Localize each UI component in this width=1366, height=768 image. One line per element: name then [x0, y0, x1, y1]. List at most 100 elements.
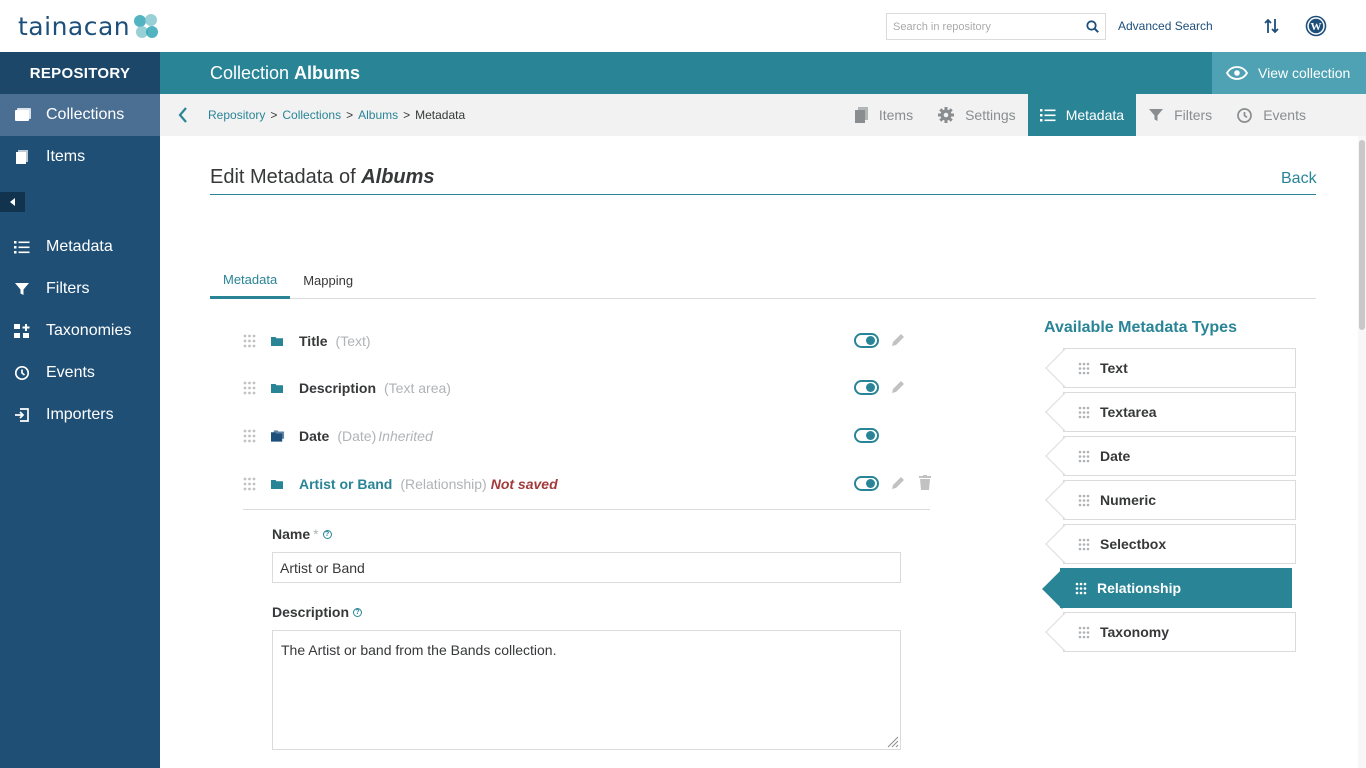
breadcrumb-albums[interactable]: Albums [358, 108, 398, 122]
drag-handle-icon[interactable] [243, 334, 257, 348]
name-field-label: Name * ? [272, 526, 332, 542]
type-taxonomy[interactable]: Taxonomy [1063, 612, 1296, 652]
inherited-label: Inherited [378, 428, 433, 444]
filter-icon [14, 281, 38, 297]
sidebar-item-label: Metadata [46, 238, 113, 255]
sidebar-item-taxonomies[interactable]: Taxonomies [0, 310, 160, 352]
drag-handle-icon [1075, 582, 1089, 595]
trash-icon[interactable] [919, 475, 931, 490]
sidebar-item-label: Events [46, 364, 95, 381]
enable-toggle[interactable] [854, 380, 879, 395]
sidebar-item-items[interactable]: Items [0, 136, 160, 178]
type-label: Selectbox [1100, 536, 1167, 552]
metadata-name: Artist or Band [299, 476, 393, 492]
type-text[interactable]: Text [1063, 348, 1296, 388]
eye-icon [1226, 66, 1248, 80]
edit-pencil-icon[interactable] [890, 475, 906, 491]
sidebar-item-filters[interactable]: Filters [0, 268, 160, 310]
edit-pencil-icon[interactable] [890, 332, 906, 348]
collapse-sidebar-button[interactable] [0, 192, 25, 212]
top-bar: tainacan Advanced Search W [0, 0, 1366, 52]
description-field[interactable]: The Artist or band from the Bands collec… [272, 630, 901, 750]
drag-handle-icon [1078, 450, 1092, 463]
type-label: Text [1100, 360, 1128, 376]
breadcrumb-current: Metadata [415, 108, 466, 122]
tab-metadata-list[interactable]: Metadata [210, 262, 291, 299]
advanced-search-link[interactable]: Advanced Search [1118, 19, 1213, 33]
sidebar-item-metadata[interactable]: Metadata [0, 226, 160, 268]
page-title-prefix: Edit Metadata of [210, 166, 356, 188]
drag-handle-icon[interactable] [243, 477, 257, 491]
metadata-row-artist-or-band[interactable]: Artist or Band (Relationship) Not saved [243, 470, 933, 498]
name-field[interactable] [272, 552, 901, 583]
folder-icon [271, 336, 285, 346]
sidebar-header[interactable]: REPOSITORY [0, 52, 160, 94]
resize-grip-icon[interactable] [885, 734, 899, 748]
sidebar-item-events[interactable]: Events [0, 352, 160, 394]
type-label: Date [1100, 448, 1131, 464]
sidebar-item-importers[interactable]: Importers [0, 394, 160, 436]
metadata-name: Title [299, 333, 328, 349]
tab-metadata[interactable]: Metadata [1027, 94, 1137, 136]
breadcrumb-collections[interactable]: Collections [282, 108, 341, 122]
sidebar-item-label: Filters [46, 280, 90, 297]
importers-icon [14, 407, 38, 423]
taxonomies-icon [14, 323, 38, 339]
drag-handle-icon[interactable] [243, 429, 257, 443]
help-icon[interactable]: ? [322, 529, 332, 539]
type-relationship[interactable]: Relationship [1060, 568, 1292, 608]
search-input[interactable] [887, 14, 1079, 39]
tab-mapping[interactable]: Mapping [290, 262, 366, 298]
metadata-name: Description [299, 380, 377, 396]
type-date[interactable]: Date [1063, 436, 1296, 476]
edit-pencil-icon[interactable] [890, 379, 906, 395]
collection-tabs: Items Settings Metadata Filters Events [841, 94, 1366, 136]
type-label: Relationship [1097, 580, 1182, 596]
tainacan-logo[interactable]: tainacan [18, 12, 160, 41]
breadcrumb-separator: > [346, 108, 354, 122]
enable-toggle[interactable] [854, 333, 879, 348]
metadata-row-date[interactable]: Date (Date) Inherited [243, 422, 933, 450]
page-title: Edit Metadata of Albums [210, 166, 435, 189]
metadata-row-description[interactable]: Description (Text area) [243, 374, 933, 402]
back-link[interactable]: Back [1281, 170, 1317, 188]
page-title-collection: Albums [361, 166, 435, 188]
back-arrow-icon[interactable] [178, 107, 192, 123]
breadcrumb: Repository > Collections > Albums > Meta… [208, 108, 465, 122]
enable-toggle[interactable] [854, 428, 879, 443]
breadcrumb-separator: > [403, 108, 411, 122]
description-field-label: Description ? [272, 604, 363, 620]
folder-icon [271, 383, 285, 393]
scrollbar-thumb[interactable] [1359, 140, 1365, 330]
view-collection-button[interactable]: View collection [1212, 52, 1366, 94]
tab-settings[interactable]: Settings [925, 94, 1028, 136]
wordpress-icon[interactable]: W [1304, 14, 1328, 38]
tab-label: Filters [1174, 107, 1213, 123]
drag-handle-icon[interactable] [243, 381, 257, 395]
tab-filters[interactable]: Filters [1136, 94, 1224, 136]
collection-name: Albums [294, 62, 361, 83]
sidebar-item-collections[interactable]: Collections [0, 94, 160, 136]
page-scrollbar[interactable] [1358, 136, 1366, 768]
tab-label: Metadata [1065, 107, 1125, 123]
caret-left-icon [9, 198, 15, 206]
type-textarea[interactable]: Textarea [1063, 392, 1296, 432]
type-selectbox[interactable]: Selectbox [1063, 524, 1296, 564]
search-icon[interactable] [1079, 20, 1105, 33]
tab-events[interactable]: Events [1224, 94, 1366, 136]
metadata-type: (Date) [337, 428, 377, 444]
help-icon[interactable]: ? [353, 607, 363, 617]
tab-label: Events [1263, 107, 1306, 123]
metadata-row-title[interactable]: Title (Text) [243, 327, 933, 355]
type-numeric[interactable]: Numeric [1063, 480, 1296, 520]
breadcrumb-repository[interactable]: Repository [208, 108, 265, 122]
processes-arrows-icon[interactable] [1260, 14, 1284, 38]
tab-items[interactable]: Items [841, 94, 925, 136]
metadata-tabs: Metadata Mapping [210, 262, 1316, 299]
enable-toggle[interactable] [854, 476, 879, 491]
search-box [886, 13, 1106, 40]
sidebar-item-label: Items [46, 148, 86, 165]
logo-text: tainacan [18, 12, 131, 41]
gear-icon [937, 106, 955, 124]
sidebar-item-label: Collections [46, 106, 125, 123]
